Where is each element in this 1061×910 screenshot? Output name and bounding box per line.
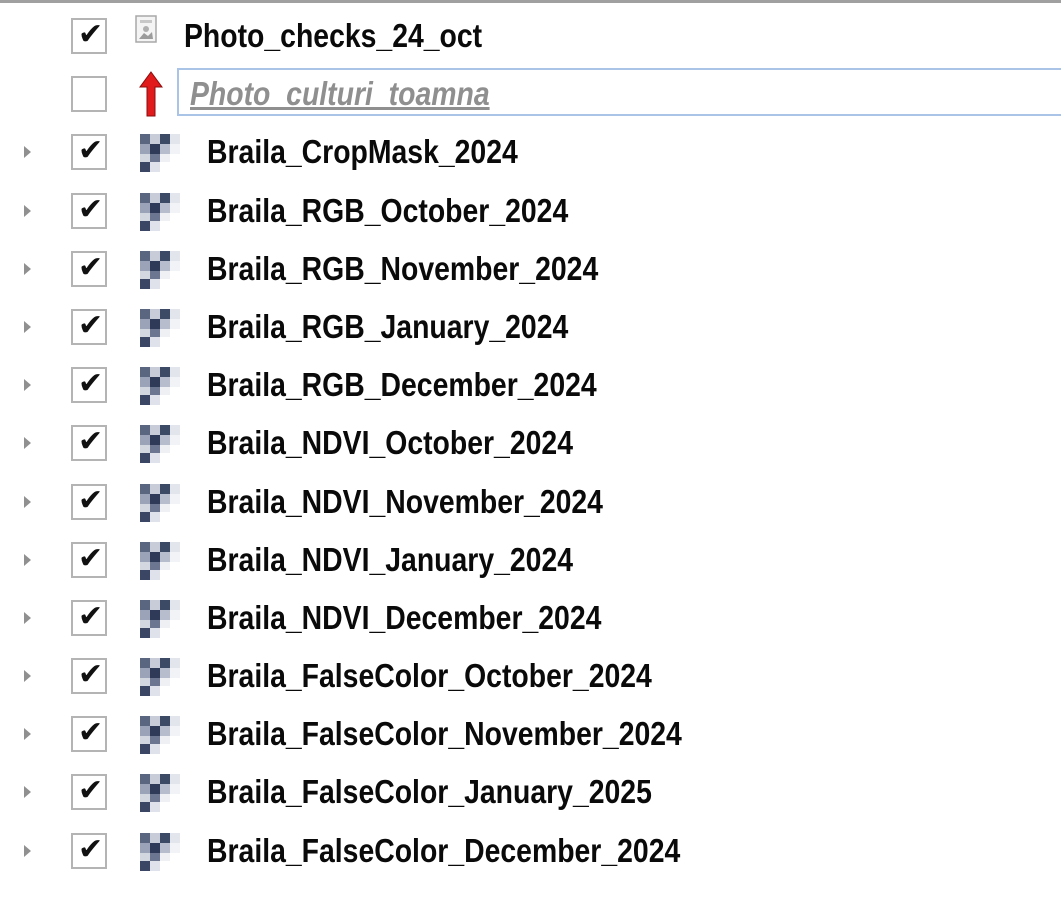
layer-name[interactable]: Braila_CropMask_2024: [207, 132, 518, 172]
layer-row[interactable]: ✔ Braila_FalseColor_December_2024: [0, 823, 1061, 881]
checkmark-icon: ✔: [78, 482, 104, 518]
checkmark-icon: ✔: [78, 17, 104, 52]
checkmark-icon: ✔: [78, 657, 104, 693]
raster-icon: [140, 308, 180, 347]
expand-arrow-icon[interactable]: [24, 495, 31, 508]
raster-icon: [140, 367, 180, 406]
layer-row[interactable]: ✔ Braila_NDVI_October_2024: [0, 415, 1061, 473]
checkmark-icon: ✔: [78, 424, 104, 460]
raster-icon: [140, 658, 180, 697]
layer-name[interactable]: Braila_RGB_October_2024: [207, 191, 568, 231]
layer-name[interactable]: Braila_RGB_November_2024: [207, 249, 598, 289]
layer-row[interactable]: ✔ Braila_NDVI_December_2024: [0, 590, 1061, 648]
expand-arrow-icon[interactable]: [24, 379, 31, 392]
layer-row[interactable]: ✔ Braila_FalseColor_October_2024: [0, 648, 1061, 706]
expand-arrow-icon[interactable]: [24, 786, 31, 799]
layer-visibility-checkbox[interactable]: ✔: [71, 191, 107, 229]
layer-name[interactable]: Braila_FalseColor_December_2024: [207, 831, 680, 871]
checkmark-icon: ✔: [78, 249, 104, 285]
layer-visibility-checkbox[interactable]: ✔: [71, 424, 107, 462]
layer-row[interactable]: ✔ Braila_CropMask_2024: [0, 124, 1061, 182]
expand-arrow-icon[interactable]: [24, 437, 31, 450]
expand-arrow-icon[interactable]: [24, 728, 31, 741]
layer-name[interactable]: Braila_NDVI_October_2024: [207, 423, 573, 463]
layer-visibility-checkbox[interactable]: ✔: [71, 17, 107, 54]
layer-row[interactable]: ✔ Braila_NDVI_November_2024: [0, 474, 1061, 532]
raster-icon: [140, 541, 180, 580]
layer-name[interactable]: Braila_RGB_January_2024: [207, 307, 568, 347]
checkmark-icon: ✔: [78, 366, 104, 402]
panel-top-border: [0, 0, 1061, 3]
layer-visibility-checkbox[interactable]: ✔: [71, 482, 107, 520]
raster-icon: [140, 716, 180, 755]
layer-row[interactable]: Photo_culturi_toamna: [0, 66, 1061, 124]
layer-name[interactable]: Photo_culturi_toamna: [190, 74, 490, 114]
checkmark-icon: ✔: [78, 715, 104, 751]
checkmark-icon: ✔: [78, 307, 104, 343]
layer-row[interactable]: ✔ Braila_RGB_December_2024: [0, 357, 1061, 415]
broken-link-arrow-icon: [139, 71, 163, 117]
raster-icon: [140, 134, 180, 173]
raster-icon: [140, 250, 180, 289]
raster-icon: [140, 192, 180, 231]
layer-visibility-checkbox[interactable]: ✔: [71, 540, 107, 578]
layer-name[interactable]: Braila_NDVI_December_2024: [207, 598, 601, 638]
expand-arrow-icon[interactable]: [24, 611, 31, 624]
expand-arrow-icon[interactable]: [24, 844, 31, 857]
checkmark-icon: ✔: [78, 540, 104, 576]
layer-visibility-checkbox[interactable]: ✔: [71, 307, 107, 345]
expand-arrow-icon[interactable]: [24, 204, 31, 217]
layer-name[interactable]: Braila_NDVI_November_2024: [207, 482, 603, 522]
layer-visibility-checkbox[interactable]: ✔: [71, 657, 107, 695]
checkmark-icon: ✔: [78, 773, 104, 809]
layer-name[interactable]: Braila_FalseColor_November_2024: [207, 714, 682, 754]
layer-name[interactable]: Braila_NDVI_January_2024: [207, 540, 573, 580]
layer-row[interactable]: ✔ Braila_RGB_January_2024: [0, 299, 1061, 357]
layer-row[interactable]: ✔ Braila_RGB_November_2024: [0, 241, 1061, 299]
checkmark-icon: ✔: [78, 831, 104, 867]
layer-visibility-checkbox[interactable]: ✔: [71, 831, 107, 869]
layer-name[interactable]: Photo_checks_24_oct: [184, 16, 482, 56]
layer-row[interactable]: ✔ Braila_NDVI_January_2024: [0, 532, 1061, 590]
layer-visibility-checkbox[interactable]: ✔: [71, 133, 107, 171]
layer-visibility-checkbox[interactable]: ✔: [71, 249, 107, 287]
layer-name[interactable]: Braila_FalseColor_October_2024: [207, 656, 652, 696]
layer-row[interactable]: ✔ Braila_FalseColor_January_2025: [0, 764, 1061, 822]
layers-tree: ✔ Photo_checks_24_oct Photo_culturi_toamna…: [0, 8, 1061, 881]
expand-arrow-icon[interactable]: [24, 262, 31, 275]
layer-visibility-checkbox[interactable]: ✔: [71, 366, 107, 404]
raster-icon: [140, 774, 180, 813]
raster-icon: [140, 832, 180, 871]
checkmark-icon: ✔: [78, 598, 104, 634]
raster-icon: [140, 599, 180, 638]
expand-arrow-icon[interactable]: [24, 670, 31, 683]
expand-arrow-icon[interactable]: [24, 146, 31, 159]
raster-icon: [140, 483, 180, 522]
raster-icon: [140, 425, 180, 464]
layer-visibility-checkbox[interactable]: ✔: [71, 715, 107, 753]
layer-row[interactable]: ✔ Photo_checks_24_oct: [0, 8, 1061, 66]
photo-icon: [135, 15, 157, 43]
layer-name[interactable]: Braila_FalseColor_January_2025: [207, 772, 652, 812]
layer-name[interactable]: Braila_RGB_December_2024: [207, 365, 597, 405]
layer-row[interactable]: ✔ Braila_FalseColor_November_2024: [0, 706, 1061, 764]
checkmark-icon: ✔: [78, 191, 104, 227]
layer-visibility-checkbox[interactable]: ✔: [71, 773, 107, 811]
expand-arrow-icon[interactable]: [24, 320, 31, 333]
layer-row[interactable]: ✔ Braila_RGB_October_2024: [0, 183, 1061, 241]
expand-arrow-icon[interactable]: [24, 553, 31, 566]
layer-visibility-checkbox[interactable]: ✔: [71, 598, 107, 636]
checkmark-icon: ✔: [78, 133, 104, 169]
layer-visibility-checkbox[interactable]: [71, 76, 107, 113]
